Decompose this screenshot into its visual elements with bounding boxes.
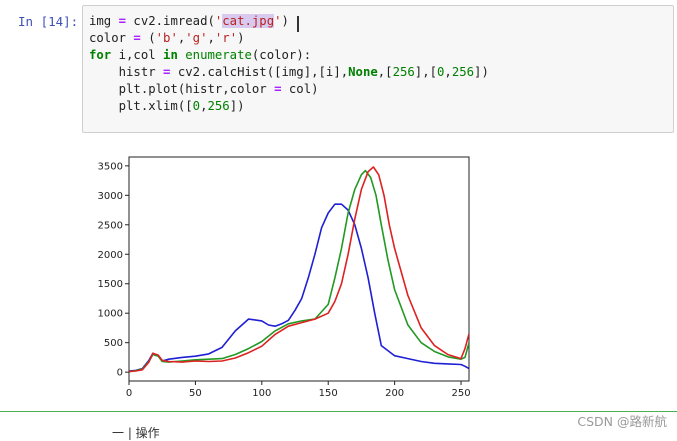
y-tick-label: 2000 [98,250,123,261]
code-token: (color): [251,48,312,62]
x-tick-label: 100 [252,388,271,399]
code-token: plt.xlim([ [89,99,193,113]
code-token: cv2.imread( [126,14,215,28]
code-token: for [89,48,112,62]
code-token: ) [237,31,245,45]
y-tick-label: 2500 [98,220,123,231]
cell-prompt: In [14]: [18,14,79,29]
code-token: ]) [229,99,245,113]
y-tick-label: 500 [104,338,123,349]
x-tick-label: 250 [451,388,470,399]
code-line: img = cv2.imread('cat.jpg') [89,13,489,30]
cell-divider [0,411,677,412]
code-editor[interactable]: img = cv2.imread('cat.jpg') color = ('b',… [89,13,489,115]
code-token: 'g' [185,31,208,45]
code-token: 'b' [155,31,178,45]
code-token: 256 [451,65,475,79]
code-token: 0 [192,99,201,113]
code-token: 256 [392,65,415,79]
code-token: enumerate [185,48,252,62]
code-token: col) [281,82,319,96]
y-tick-label: 1000 [98,309,123,320]
partial-text: 一 | 操作 [112,426,160,440]
code-token: plt.plot(histr,color [89,82,275,96]
code-token: ,[ [377,65,393,79]
x-tick-label: 0 [126,388,132,399]
text-cursor [297,16,299,32]
code-token: = [118,14,127,28]
code-token: histr [89,65,164,79]
code-token: cat.jpg [222,14,275,28]
code-token: ' [274,14,282,28]
code-token: , [207,31,215,45]
code-token: 'r' [214,31,238,45]
watermark: CSDN @路新航 [577,414,667,429]
code-line: plt.xlim([0,256]) [89,98,489,115]
y-tick-label: 1500 [98,279,123,290]
x-tick-label: 50 [189,388,202,399]
y-tick-label: 0 [117,368,123,379]
code-token: None [348,65,378,79]
code-token: , [444,65,452,79]
code-line: color = ('b','g','r') [89,30,489,47]
code-cell-input[interactable]: img = cv2.imread('cat.jpg') color = ('b',… [82,5,674,133]
code-token: ]) [474,65,489,79]
x-tick-label: 200 [385,388,404,399]
code-line: for i,col in enumerate(color): [89,47,489,64]
code-token: i,col [111,48,164,62]
code-token: ( [140,31,156,45]
code-line: plt.plot(histr,color = col) [89,81,489,98]
code-token: = [133,31,141,45]
code-token: cv2.calcHist([img],[i], [170,65,349,79]
y-tick-label: 3000 [98,191,123,202]
code-token: in [163,48,178,62]
code-token: = [274,82,282,96]
code-token: img [89,14,119,28]
code-token: 256 [207,99,230,113]
plot-axes [128,156,470,382]
code-token: ) [281,14,289,28]
code-line: histr = cv2.calcHist([img],[i],None,[256… [89,64,489,81]
x-tick-label: 150 [319,388,338,399]
histogram-chart: 0 50 100 150 200 2500500100015002000250030003… [98,156,471,399]
code-token: ],[ [414,65,438,79]
y-tick-label: 3500 [98,161,123,172]
code-token: color [89,31,134,45]
